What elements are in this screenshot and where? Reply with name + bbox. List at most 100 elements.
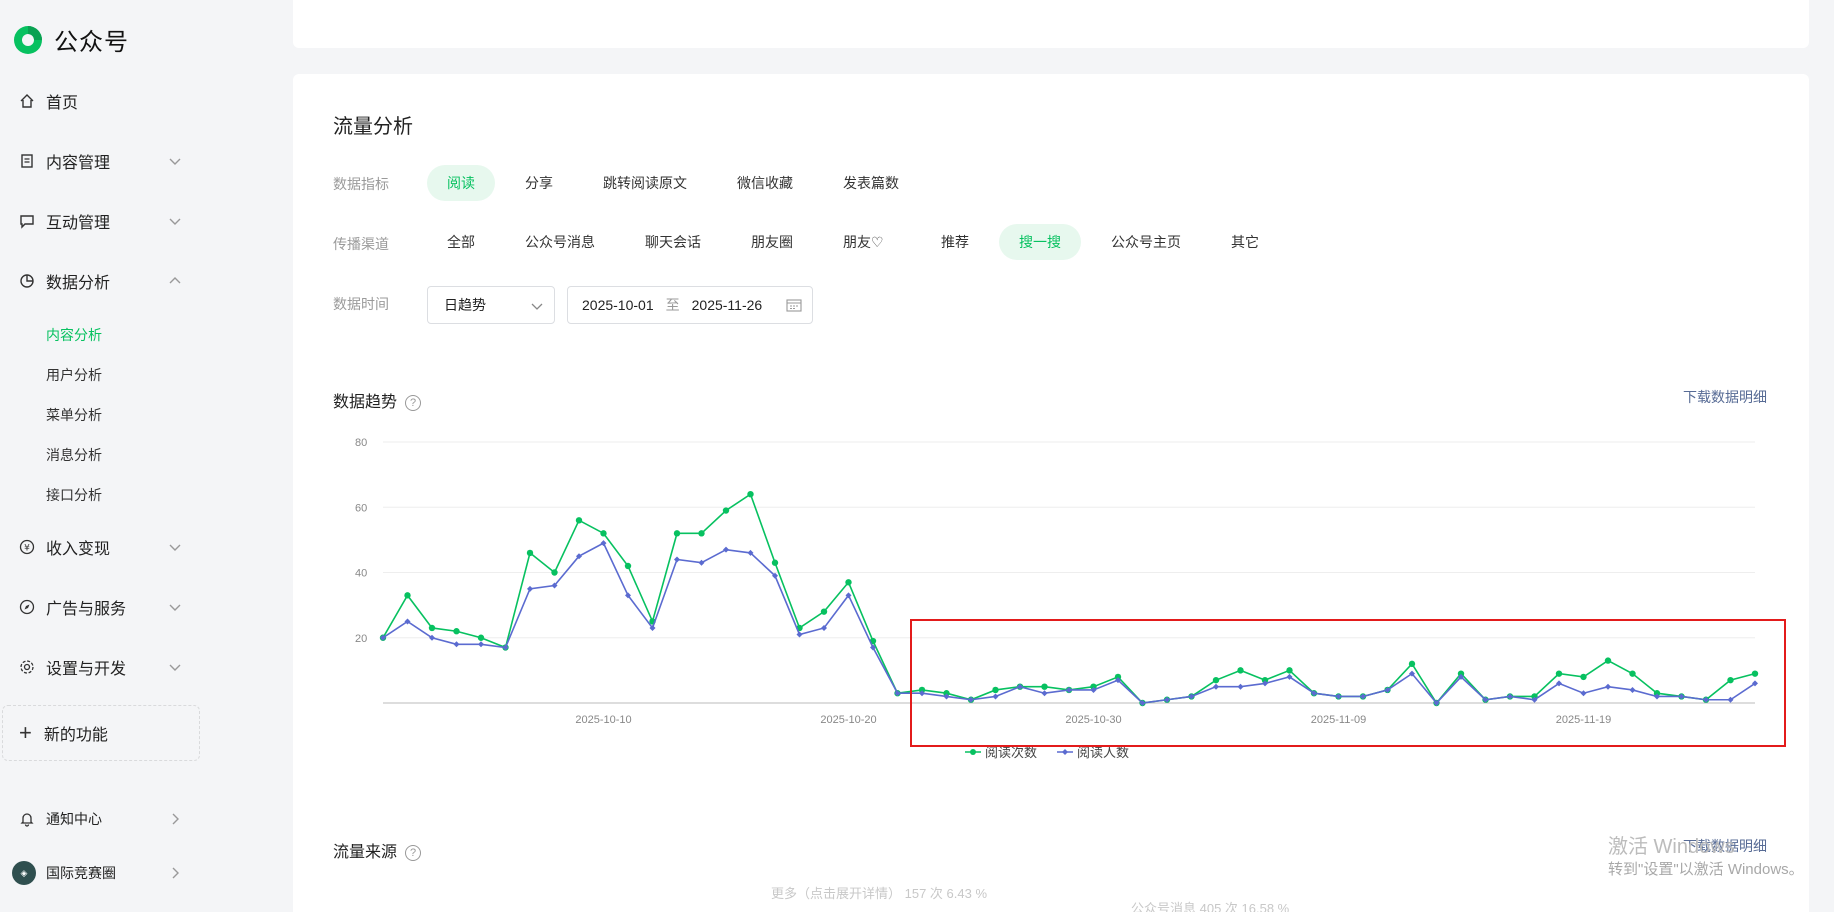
y-tick-label: 80: [355, 437, 367, 449]
metric-published[interactable]: 发表篇数: [823, 165, 919, 201]
nav-monetize-label: 收入变现: [46, 541, 111, 558]
data-point-reads: [526, 549, 534, 557]
channel-account-home[interactable]: 公众号主页: [1091, 224, 1201, 260]
data-point-reads: [551, 569, 558, 576]
download-trend-link[interactable]: 下载数据明细: [1683, 387, 1767, 407]
nav-settings-label: 设置与开发: [46, 661, 127, 678]
source-more-label[interactable]: 更多（点击展开详情） 157 次 6.43 %: [771, 883, 987, 902]
data-point-reads: [820, 608, 828, 615]
date-separator: 至: [665, 297, 680, 313]
data-point-reads: [698, 530, 705, 537]
chevron-right-icon: [172, 813, 179, 825]
data-point-reads: [845, 579, 852, 586]
channel-chat[interactable]: 聊天会话: [625, 224, 721, 260]
compass-icon: [18, 598, 36, 616]
data-point-reads: [722, 507, 730, 514]
gear-icon: [18, 658, 36, 676]
bell-icon: [18, 810, 36, 828]
chevron-up-icon: [169, 277, 181, 284]
y-tick-label: 60: [355, 502, 367, 514]
data-point-reads: [477, 634, 485, 641]
yen-icon: ¥: [18, 538, 36, 556]
windows-watermark-title: 激活 Windows: [1608, 836, 1735, 858]
channel-all[interactable]: 全部: [427, 224, 495, 260]
sub-content-analysis[interactable]: 内容分析: [46, 325, 102, 345]
data-point-reads: [771, 559, 779, 566]
sub-menu-analysis[interactable]: 菜单分析: [46, 405, 102, 425]
nav-interaction-mgmt-label: 互动管理: [46, 215, 111, 232]
help-icon[interactable]: ?: [405, 844, 422, 861]
nav-data-analysis[interactable]: 数据分析: [0, 261, 200, 301]
chevron-down-icon: [169, 604, 181, 611]
source-account-message-label: 公众号消息 405 次 16.58 %: [1131, 901, 1290, 912]
chevron-right-icon: [172, 867, 179, 879]
sub-user-analysis[interactable]: 用户分析: [46, 365, 102, 385]
pie-chart-icon: [18, 272, 36, 290]
granularity-select[interactable]: 日趋势: [427, 286, 555, 324]
legend-marker-reads: [965, 748, 981, 755]
nav-ads[interactable]: 广告与服务: [0, 587, 200, 627]
sub-api-analysis[interactable]: 接口分析: [46, 485, 102, 505]
trend-title: 数据趋势: [333, 394, 398, 411]
date-range-picker[interactable]: 2025-10-01 至 2025-11-26: [567, 286, 813, 324]
source-title: 流量来源: [333, 844, 398, 861]
data-point-reads: [600, 530, 607, 537]
calendar-icon: [786, 299, 802, 312]
sidebar: 公众号 首页 内容管理 互动管理 数据分析 内容分析 用户分析 菜单分析 消息分…: [0, 0, 240, 912]
nav-account[interactable]: ◈ 国际竞赛圈: [0, 853, 200, 893]
nav-monetize[interactable]: ¥ 收入变现: [0, 527, 200, 567]
chevron-down-icon: [169, 544, 181, 551]
data-point-reads: [428, 624, 436, 632]
nav-home[interactable]: 首页: [0, 81, 200, 121]
data-point-readers: [453, 641, 460, 648]
y-tick-label: 40: [355, 568, 367, 580]
svg-text:¥: ¥: [24, 544, 30, 554]
nav-home-label: 首页: [46, 95, 79, 112]
metric-favorite[interactable]: 微信收藏: [717, 165, 813, 201]
windows-watermark-subtitle: 转到"设置"以激活 Windows。: [1608, 861, 1804, 878]
chevron-down-icon: [531, 303, 543, 310]
trend-title-wrap: 数据趋势?: [333, 388, 422, 412]
avatar: ◈: [12, 861, 36, 885]
granularity-value: 日趋势: [444, 297, 486, 313]
data-point-reads: [404, 592, 411, 599]
help-icon[interactable]: ?: [405, 394, 422, 411]
channel-other[interactable]: 其它: [1211, 224, 1279, 260]
message-icon: [18, 212, 36, 230]
data-point-reads: [747, 491, 754, 498]
nav-settings[interactable]: 设置与开发: [0, 647, 200, 687]
data-point-reads: [624, 562, 632, 570]
date-from[interactable]: 2025-10-01: [582, 297, 654, 313]
data-point-readers: [600, 540, 607, 547]
metric-read-original[interactable]: 跳转阅读原文: [583, 165, 707, 201]
nav-interaction-mgmt[interactable]: 互动管理: [0, 201, 200, 241]
nav-notifications-label: 通知中心: [46, 811, 102, 827]
metric-share[interactable]: 分享: [505, 165, 573, 201]
chevron-down-icon: [169, 218, 181, 225]
top-card: [293, 0, 1809, 48]
legend-marker-readers: [1057, 748, 1074, 755]
channel-moments[interactable]: 朋友圈: [731, 224, 813, 260]
nav-notifications[interactable]: 通知中心: [0, 799, 200, 839]
metric-read[interactable]: 阅读: [427, 165, 495, 201]
data-point-readers: [674, 556, 680, 563]
data-point-readers: [478, 641, 484, 648]
nav-content-mgmt[interactable]: 内容管理: [0, 141, 200, 181]
app-name: 公众号: [54, 29, 129, 56]
channel-friends[interactable]: 朋友♡: [823, 224, 904, 260]
new-feature-button[interactable]: + 新的功能: [2, 705, 200, 761]
sub-message-analysis[interactable]: 消息分析: [46, 445, 102, 465]
traffic-analysis-title: 流量分析: [333, 116, 413, 138]
channel-account-message[interactable]: 公众号消息: [505, 224, 615, 260]
date-to[interactable]: 2025-11-26: [692, 297, 763, 313]
data-point-reads: [453, 628, 460, 635]
data-point-readers: [698, 559, 705, 566]
logo[interactable]: 公众号: [12, 22, 129, 57]
channel-search[interactable]: 搜一搜: [999, 224, 1081, 260]
chevron-down-icon: [169, 664, 181, 671]
data-point-readers: [527, 585, 533, 592]
home-icon: [18, 92, 36, 110]
channel-recommend[interactable]: 推荐: [921, 224, 989, 260]
nav-data-analysis-label: 数据分析: [46, 275, 111, 292]
official-account-logo-icon: [14, 25, 42, 54]
